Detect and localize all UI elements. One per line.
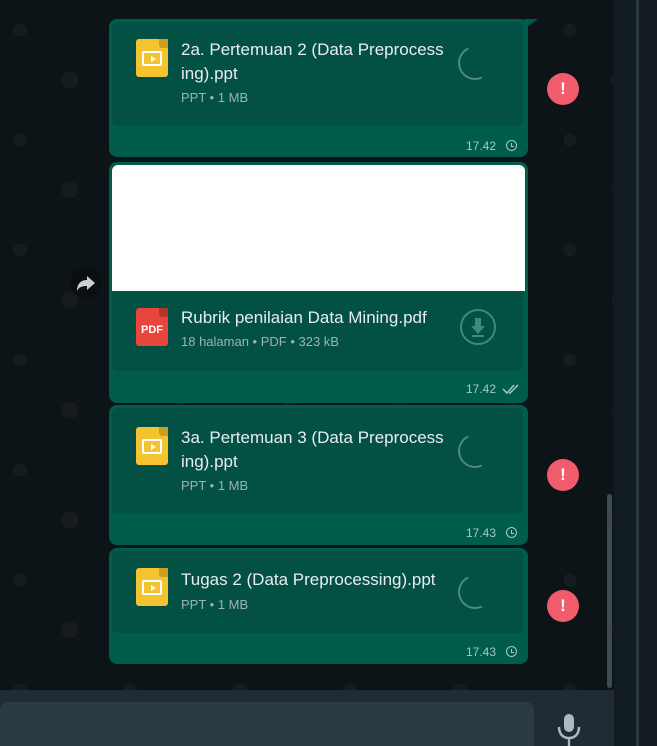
bubble-tail — [524, 19, 538, 29]
document-name: Rubrik penilaian Data Mining.pdf — [181, 308, 427, 327]
document-card[interactable]: 2a. Pertemuan 2 (Data Preprocess ing).pp… — [112, 22, 523, 126]
document-card[interactable]: Tugas 2 (Data Preprocessing).ppt PPT • 1… — [112, 551, 523, 633]
forward-icon — [77, 276, 95, 291]
forward-button[interactable] — [70, 267, 102, 299]
error-icon[interactable]: ! — [547, 73, 579, 105]
pending-clock-icon — [506, 140, 517, 151]
microphone-icon[interactable] — [555, 713, 583, 746]
document-meta: 18 halaman • PDF • 323 kB — [181, 334, 339, 349]
error-icon[interactable]: ! — [547, 590, 579, 622]
document-meta: PPT • 1 MB — [181, 90, 249, 105]
download-arrow-icon — [471, 318, 485, 337]
error-icon[interactable]: ! — [547, 459, 579, 491]
document-meta: PPT • 1 MB — [181, 597, 249, 612]
message-time: 17.43 — [465, 526, 496, 540]
document-card[interactable]: 3a. Pertemuan 3 (Data Preprocess ing).pp… — [112, 408, 523, 514]
message-time: 17.42 — [465, 382, 496, 396]
ppt-file-icon — [136, 427, 168, 465]
pending-clock-icon — [506, 527, 517, 538]
download-button[interactable] — [460, 309, 496, 345]
message-bubble[interactable]: 3a. Pertemuan 3 (Data Preprocess ing).pp… — [109, 405, 528, 545]
document-name: Tugas 2 (Data Preprocessing).ppt — [181, 570, 436, 589]
ppt-file-icon — [136, 39, 168, 77]
upload-spinner-icon[interactable] — [453, 41, 497, 85]
document-meta: PPT • 1 MB — [181, 478, 249, 493]
message-time: 17.42 — [465, 139, 496, 153]
message-bubble[interactable]: 2a. Pertemuan 2 (Data Preprocess ing).pp… — [109, 19, 528, 157]
chat-scrollbar[interactable] — [607, 494, 612, 688]
document-name: 2a. Pertemuan 2 (Data Preprocess ing).pp… — [181, 40, 444, 83]
upload-spinner-icon[interactable] — [453, 429, 497, 473]
document-name: 3a. Pertemuan 3 (Data Preprocess ing).pp… — [181, 428, 444, 471]
pdf-preview[interactable] — [112, 165, 525, 291]
document-card[interactable]: PDF Rubrik penilaian Data Mining.pdf 18 … — [112, 291, 523, 371]
message-bubble[interactable]: Tugas 2 (Data Preprocessing).ppt PPT • 1… — [109, 548, 528, 664]
pane-divider[interactable] — [636, 0, 639, 746]
message-bubble[interactable]: PDF Rubrik penilaian Data Mining.pdf 18 … — [109, 162, 528, 403]
ppt-file-icon — [136, 568, 168, 606]
double-check-icon — [502, 384, 519, 395]
message-time: 17.43 — [465, 645, 496, 659]
pdf-file-icon: PDF — [136, 308, 168, 346]
pending-clock-icon — [506, 646, 517, 657]
message-input[interactable] — [0, 702, 534, 746]
